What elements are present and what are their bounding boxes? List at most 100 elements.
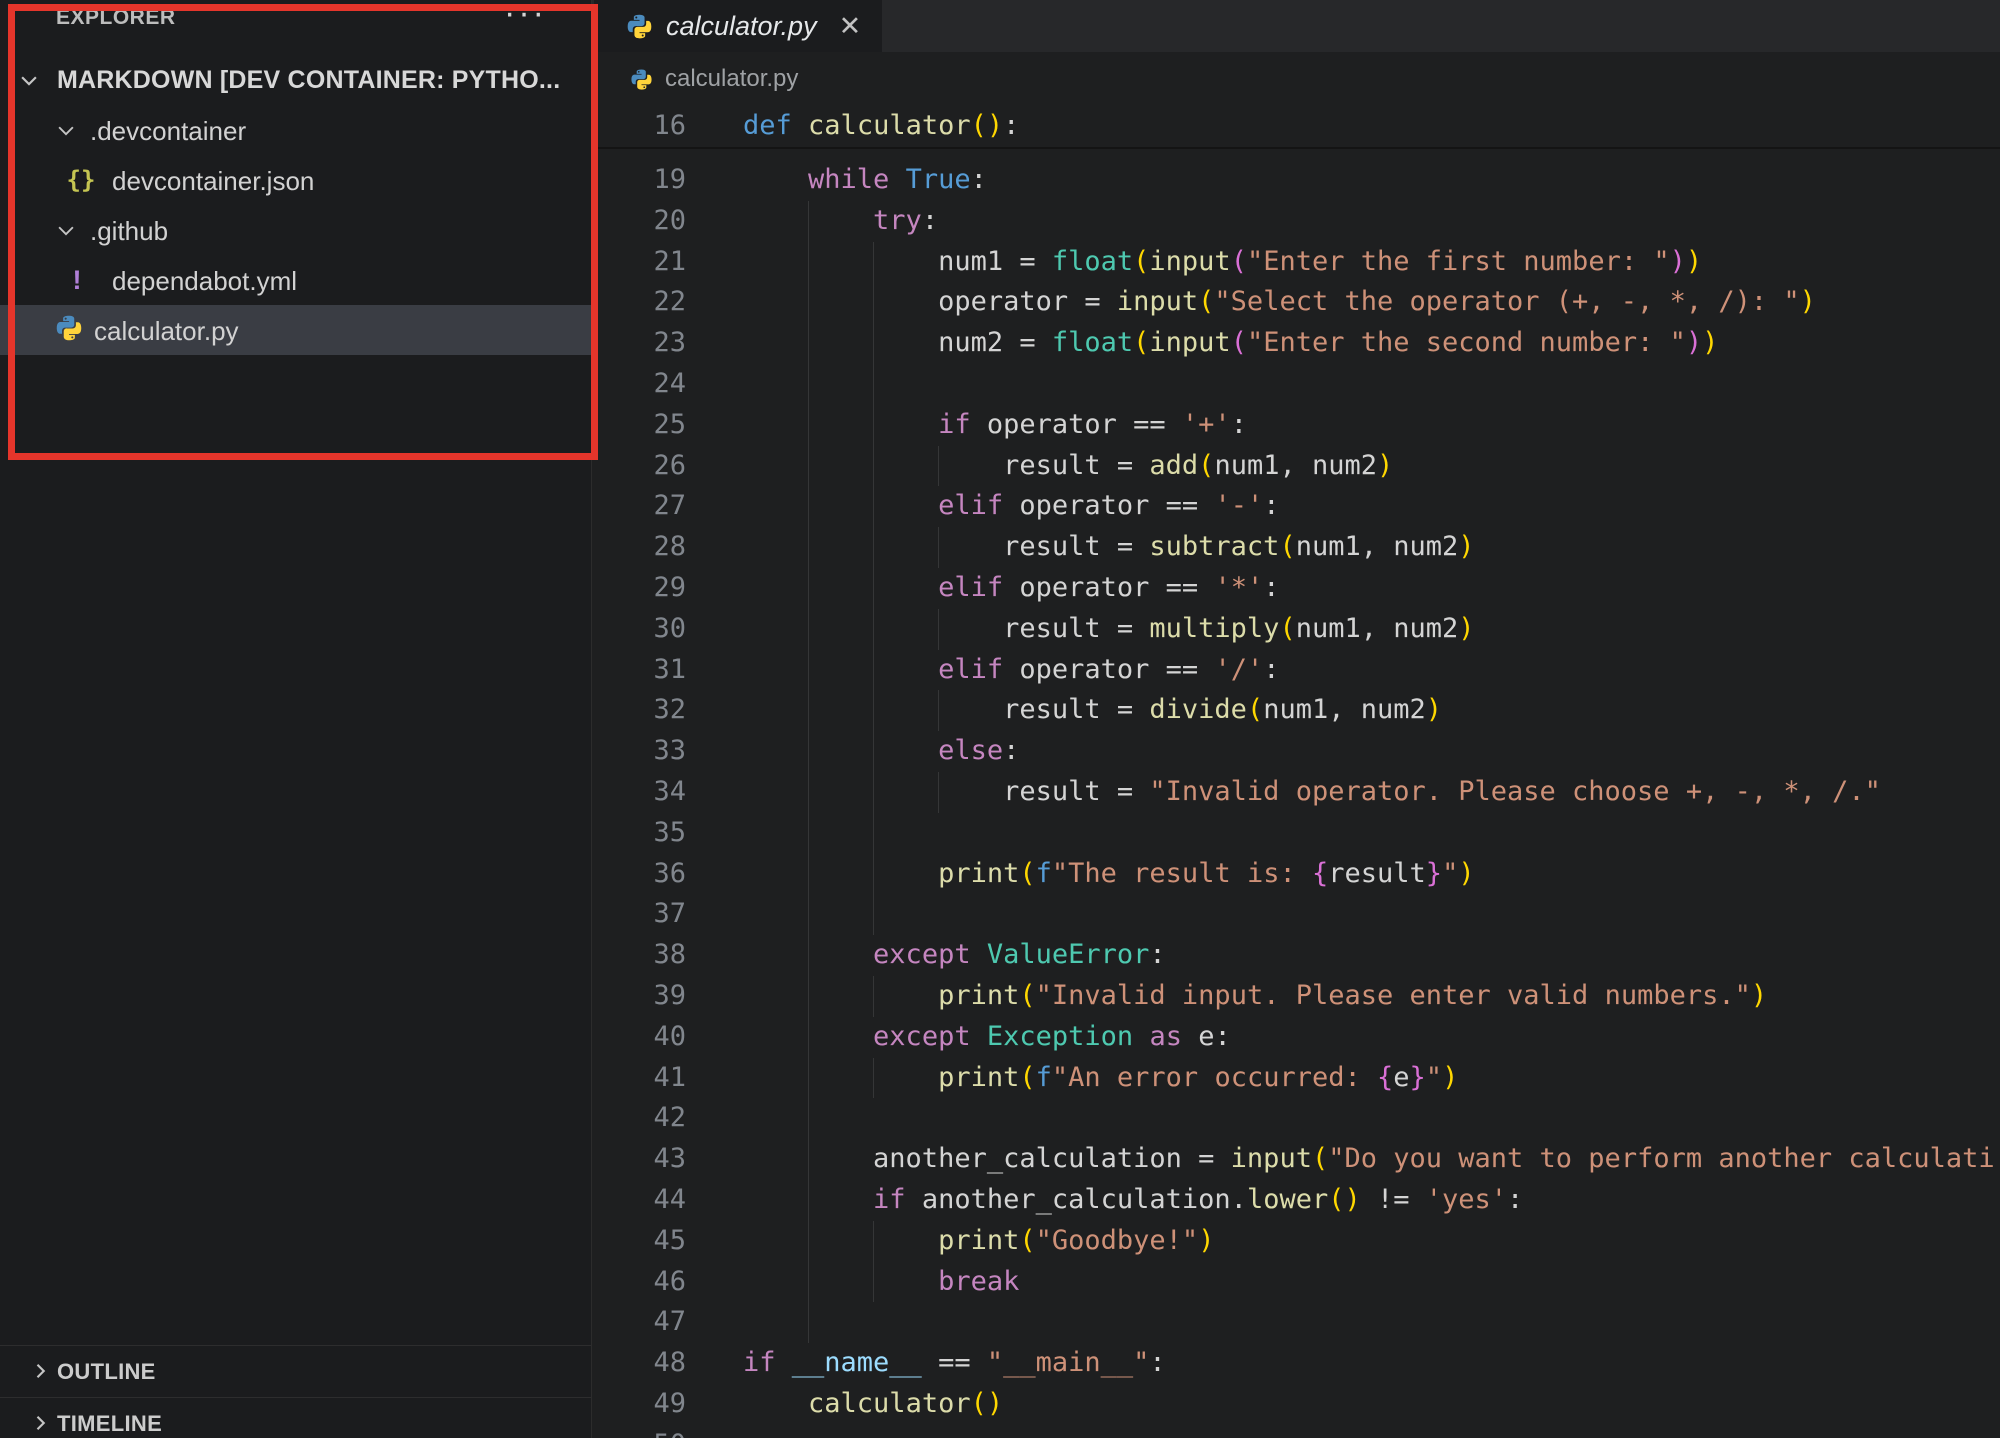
- line-number[interactable]: 39: [592, 976, 686, 1017]
- chevron-down-icon[interactable]: [55, 219, 77, 241]
- token-b1: ): [1458, 531, 1474, 562]
- line-number[interactable]: 40: [592, 1017, 686, 1058]
- code-text: result = multiply(num1, num2): [743, 609, 1475, 650]
- indent-guide: [808, 1098, 809, 1139]
- token-var: result: [1328, 858, 1426, 889]
- code-line: 47: [592, 1302, 2000, 1343]
- line-number[interactable]: 49: [592, 1384, 686, 1425]
- line-number[interactable]: 50: [592, 1425, 686, 1438]
- line-number[interactable]: 34: [592, 772, 686, 813]
- token-var: [743, 1225, 938, 1256]
- chevron-down-icon[interactable]: [55, 119, 77, 141]
- line-number[interactable]: 44: [592, 1180, 686, 1221]
- workspace-root-row[interactable]: MARKDOWN [DEV CONTAINER: PYTHO...: [0, 55, 591, 105]
- token-kw: elif: [938, 572, 1003, 603]
- code-text: else:: [743, 731, 1019, 772]
- token-var: !=: [1361, 1184, 1426, 1215]
- chevron-down-icon[interactable]: [18, 69, 40, 91]
- timeline-panel-header[interactable]: TIMELINE: [0, 1397, 591, 1438]
- token-var: :: [971, 164, 987, 195]
- breadcrumb[interactable]: calculator.py: [592, 52, 2000, 106]
- line-number[interactable]: 29: [592, 568, 686, 609]
- line-number[interactable]: 16: [592, 106, 686, 147]
- sidebar-item-calculator-py[interactable]: calculator.py: [0, 305, 591, 355]
- sidebar-item-devcontainer-json[interactable]: {} devcontainer.json: [0, 155, 591, 205]
- token-fn: input: [1149, 327, 1230, 358]
- code-line: 37: [592, 894, 2000, 935]
- line-number[interactable]: 23: [592, 323, 686, 364]
- token-var: operator ==: [1003, 572, 1214, 603]
- token-cls: float: [1052, 246, 1133, 277]
- token-var: num1, num2: [1263, 694, 1426, 725]
- line-number[interactable]: 31: [592, 650, 686, 691]
- sticky-scroll-line[interactable]: 16 def calculator():: [592, 106, 2000, 149]
- token-def: f: [1036, 1062, 1052, 1093]
- token-var: [971, 1021, 987, 1052]
- line-number[interactable]: 42: [592, 1098, 686, 1139]
- file-label: dependabot.yml: [112, 266, 297, 297]
- token-fn: print: [938, 980, 1019, 1011]
- line-number[interactable]: 48: [592, 1343, 686, 1384]
- code-line: 25 if operator == '+':: [592, 405, 2000, 446]
- line-number[interactable]: 37: [592, 894, 686, 935]
- token-var: result =: [743, 694, 1149, 725]
- code-text: def calculator():: [743, 106, 1019, 147]
- line-number[interactable]: 26: [592, 446, 686, 487]
- code-text: print(f"The result is: {result}"): [743, 854, 1475, 895]
- line-number[interactable]: 38: [592, 935, 686, 976]
- line-number[interactable]: 28: [592, 527, 686, 568]
- token-kw: break: [938, 1266, 1019, 1297]
- token-b1: (: [1247, 694, 1263, 725]
- line-number[interactable]: 35: [592, 813, 686, 854]
- token-b1: ): [1800, 286, 1816, 317]
- line-number[interactable]: 19: [592, 160, 686, 201]
- line-number[interactable]: 45: [592, 1221, 686, 1262]
- token-var: :: [1507, 1184, 1523, 1215]
- line-number[interactable]: 47: [592, 1302, 686, 1343]
- code-text: another_calculation = input("Do you want…: [743, 1139, 1995, 1180]
- token-var: :: [1263, 654, 1279, 685]
- line-number[interactable]: 32: [592, 690, 686, 731]
- token-b1: ): [1702, 327, 1718, 358]
- line-number[interactable]: 27: [592, 486, 686, 527]
- code-line: 23 num2 = float(input("Enter the second …: [592, 323, 2000, 364]
- workspace-label: MARKDOWN [DEV CONTAINER: PYTHO...: [57, 66, 560, 95]
- token-fn: print: [938, 858, 1019, 889]
- token-kw: if: [938, 409, 971, 440]
- line-number[interactable]: 30: [592, 609, 686, 650]
- line-number[interactable]: 25: [592, 405, 686, 446]
- line-number[interactable]: 41: [592, 1058, 686, 1099]
- code-text: num1 = float(input("Enter the first numb…: [743, 242, 1702, 283]
- close-icon[interactable]: ✕: [839, 13, 862, 40]
- outline-panel-header[interactable]: OUTLINE: [0, 1345, 591, 1397]
- code-text: result = add(num1, num2): [743, 446, 1393, 487]
- code-text: result = divide(num1, num2): [743, 690, 1442, 731]
- line-number[interactable]: 36: [592, 854, 686, 895]
- sidebar-item-devcontainer-folder[interactable]: .devcontainer: [0, 105, 591, 155]
- line-number[interactable]: 21: [592, 242, 686, 283]
- tab-calculator-py[interactable]: calculator.py ✕: [594, 0, 882, 52]
- token-var: [743, 572, 938, 603]
- code-text: break: [743, 1262, 1019, 1303]
- more-actions-icon[interactable]: ···: [504, 0, 547, 33]
- token-def: def: [743, 110, 792, 141]
- line-number[interactable]: 20: [592, 201, 686, 242]
- token-b1: ): [1458, 858, 1474, 889]
- line-number[interactable]: 24: [592, 364, 686, 405]
- json-icon: {}: [66, 164, 96, 194]
- code-text: while True:: [743, 160, 987, 201]
- line-number[interactable]: 43: [592, 1139, 686, 1180]
- token-b1: ): [1426, 694, 1442, 725]
- line-number[interactable]: 33: [592, 731, 686, 772]
- token-var: [743, 980, 938, 1011]
- token-var: [743, 735, 938, 766]
- line-number[interactable]: 22: [592, 282, 686, 323]
- file-label: devcontainer.json: [112, 166, 314, 197]
- sidebar-item-github-folder[interactable]: .github: [0, 205, 591, 255]
- sidebar-item-dependabot-yml[interactable]: ! dependabot.yml: [0, 255, 591, 305]
- token-b1: ): [1458, 613, 1474, 644]
- line-number[interactable]: 46: [592, 1262, 686, 1303]
- code-editor[interactable]: 19 while True:20 try:21 num1 = float(inp…: [592, 160, 2000, 1438]
- token-var: [743, 1062, 938, 1093]
- token-kw: except: [873, 1021, 971, 1052]
